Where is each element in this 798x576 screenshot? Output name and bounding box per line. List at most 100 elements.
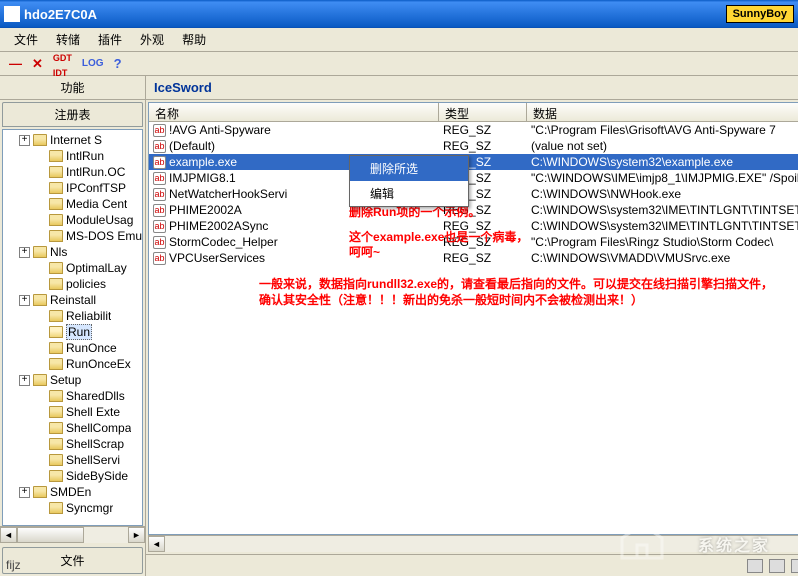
folder-icon bbox=[49, 150, 63, 162]
value-data: "C:\Program Files\Ringz Studio\Storm Cod… bbox=[527, 235, 798, 249]
context-edit[interactable]: 编辑 bbox=[350, 181, 468, 206]
reg-string-icon: ab bbox=[153, 188, 166, 201]
tree-item[interactable]: + Reinstall bbox=[3, 292, 142, 308]
status-icon bbox=[769, 559, 785, 573]
tree-item-label: MS-DOS Emu bbox=[66, 229, 142, 243]
registry-value-row[interactable]: abPHIME2002AREG_SZC:\WINDOWS\system32\IM… bbox=[149, 202, 798, 218]
tree-hscrollbar[interactable]: ◄ ► bbox=[0, 526, 145, 543]
value-data: (value not set) bbox=[527, 139, 798, 153]
tree-item-label: IntlRun bbox=[66, 149, 104, 163]
tree-item[interactable]: ShellServi bbox=[3, 452, 142, 468]
folder-icon bbox=[33, 486, 47, 498]
scroll-track[interactable] bbox=[17, 527, 128, 543]
tree-item[interactable]: Run bbox=[3, 324, 142, 340]
tree-item[interactable]: +Nls bbox=[3, 244, 142, 260]
registry-value-row[interactable]: abStormCodec_HelperREG_SZ"C:\Program Fil… bbox=[149, 234, 798, 250]
file-tab[interactable]: 文件 bbox=[2, 547, 143, 574]
tree-item[interactable]: Reliabilit bbox=[3, 308, 142, 324]
list-hscrollbar[interactable]: ◄ ► bbox=[148, 535, 798, 552]
tree-item[interactable]: + Setup bbox=[3, 372, 142, 388]
toolbar-log-button[interactable]: LOG bbox=[79, 56, 107, 71]
tree-item-label: SMDEn bbox=[50, 485, 91, 499]
value-type: REG_SZ bbox=[439, 123, 527, 137]
registry-listview[interactable]: 名称 类型 数据 ab!AVG Anti-SpywareREG_SZ"C:\Pr… bbox=[148, 102, 798, 535]
tree-item[interactable]: IntlRun.OC bbox=[3, 164, 142, 180]
menu-help[interactable]: 帮助 bbox=[174, 28, 214, 51]
tree-item-label: Setup bbox=[50, 373, 81, 387]
tree-item[interactable]: SideBySide bbox=[3, 468, 142, 484]
menubar: 文件 转储 插件 外观 帮助 bbox=[0, 28, 798, 52]
list-header: 名称 类型 数据 bbox=[149, 103, 798, 122]
window-title: hdo2E7C0A bbox=[24, 7, 726, 22]
tree-item-label: Run bbox=[66, 324, 92, 340]
tree-item[interactable]: RunOnce bbox=[3, 340, 142, 356]
tree-item[interactable]: Media Cent bbox=[3, 196, 142, 212]
tree-item[interactable]: + SMDEn bbox=[3, 484, 142, 500]
brand-badge: SunnyBoy bbox=[726, 5, 794, 23]
value-name: VPCUserServices bbox=[169, 251, 265, 265]
expander-icon[interactable]: + bbox=[19, 487, 30, 498]
registry-value-row[interactable]: abIMJPMIG8.1REG_SZ"C:\WINDOWS\IME\imjp8_… bbox=[149, 170, 798, 186]
registry-tab[interactable]: 注册表 bbox=[2, 102, 143, 127]
value-data: "C:\WINDOWS\IME\imjp8_1\IMJPMIG.EXE" /Sp… bbox=[527, 171, 798, 185]
registry-value-row[interactable]: ab(Default)REG_SZ(value not set) bbox=[149, 138, 798, 154]
folder-icon bbox=[49, 406, 63, 418]
scroll-track[interactable] bbox=[165, 536, 798, 552]
col-header-type[interactable]: 类型 bbox=[439, 103, 527, 121]
tree-item[interactable]: Shell Exte bbox=[3, 404, 142, 420]
scroll-left-icon[interactable]: ◄ bbox=[0, 527, 17, 543]
registry-value-row[interactable]: ab!AVG Anti-SpywareREG_SZ"C:\Program Fil… bbox=[149, 122, 798, 138]
registry-value-row[interactable]: abPHIME2002ASyncREG_SZC:\WINDOWS\system3… bbox=[149, 218, 798, 234]
tree-item-label: SharedDlls bbox=[66, 389, 125, 403]
scroll-left-icon[interactable]: ◄ bbox=[148, 536, 165, 552]
tree-item[interactable]: ShellCompa bbox=[3, 420, 142, 436]
tree-item-label: ModuleUsag bbox=[66, 213, 133, 227]
tree-item[interactable]: ShellScrap bbox=[3, 436, 142, 452]
titlebar: hdo2E7C0A SunnyBoy bbox=[0, 0, 798, 28]
value-name: IMJPMIG8.1 bbox=[169, 171, 236, 185]
tree-item[interactable]: SharedDlls bbox=[3, 388, 142, 404]
tree-item-label: RunOnceEx bbox=[66, 357, 131, 371]
folder-icon bbox=[33, 134, 47, 146]
toolbar-minus-button[interactable]: — bbox=[6, 54, 25, 73]
tree-item[interactable]: IntlRun bbox=[3, 148, 142, 164]
registry-value-row[interactable]: abexample.exeREG_SZC:\WINDOWS\system32\e… bbox=[149, 154, 798, 170]
tree-item[interactable]: OptimalLay bbox=[3, 260, 142, 276]
registry-value-row[interactable]: abVPCUserServicesREG_SZC:\WINDOWS\VMADD\… bbox=[149, 250, 798, 266]
tree-item[interactable]: Syncmgr bbox=[3, 500, 142, 516]
menu-view[interactable]: 外观 bbox=[132, 28, 172, 51]
value-data: C:\WINDOWS\NWHook.exe bbox=[527, 187, 798, 201]
tree-item[interactable]: +Internet S bbox=[3, 132, 142, 148]
value-type: REG_SZ bbox=[439, 219, 527, 233]
tree-item[interactable]: policies bbox=[3, 276, 142, 292]
reg-string-icon: ab bbox=[153, 220, 166, 233]
tree-item-label: Media Cent bbox=[66, 197, 127, 211]
tree-item[interactable]: RunOnceEx bbox=[3, 356, 142, 372]
toolbar-help-button[interactable]: ? bbox=[111, 54, 125, 73]
expander-icon[interactable]: + bbox=[19, 135, 30, 146]
tree-item[interactable]: ModuleUsag bbox=[3, 212, 142, 228]
col-header-name[interactable]: 名称 bbox=[149, 103, 439, 121]
context-delete-selected[interactable]: 删除所选 bbox=[350, 156, 468, 181]
value-data: C:\WINDOWS\system32\IME\TINTLGNT\TINTSET… bbox=[527, 219, 798, 233]
registry-value-row[interactable]: abNetWatcherHookServiREG_SZC:\WINDOWS\NW… bbox=[149, 186, 798, 202]
tree-item-label: Shell Exte bbox=[66, 405, 120, 419]
registry-tree[interactable]: +Internet SIntlRun IntlRun.OCIPConfTSPMed… bbox=[2, 129, 143, 526]
menu-file[interactable]: 文件 bbox=[6, 28, 46, 51]
right-panel: IceSword 名称 类型 数据 ab!AVG Anti-SpywareREG… bbox=[146, 76, 798, 576]
folder-icon bbox=[49, 438, 63, 450]
tree-item[interactable]: MS-DOS Emu bbox=[3, 228, 142, 244]
scroll-thumb[interactable] bbox=[17, 527, 84, 543]
col-header-data[interactable]: 数据 bbox=[527, 103, 798, 121]
expander-icon[interactable]: + bbox=[19, 247, 30, 258]
tree-item-label: Reinstall bbox=[50, 293, 96, 307]
expander-icon[interactable]: + bbox=[19, 295, 30, 306]
tree-item-label: IntlRun.OC bbox=[66, 165, 125, 179]
value-name: (Default) bbox=[169, 139, 215, 153]
folder-icon bbox=[49, 310, 63, 322]
menu-plugin[interactable]: 插件 bbox=[90, 28, 130, 51]
expander-icon[interactable]: + bbox=[19, 375, 30, 386]
scroll-right-icon[interactable]: ► bbox=[128, 527, 145, 543]
toolbar-x-button[interactable]: ✕ bbox=[29, 54, 46, 74]
tree-item[interactable]: IPConfTSP bbox=[3, 180, 142, 196]
